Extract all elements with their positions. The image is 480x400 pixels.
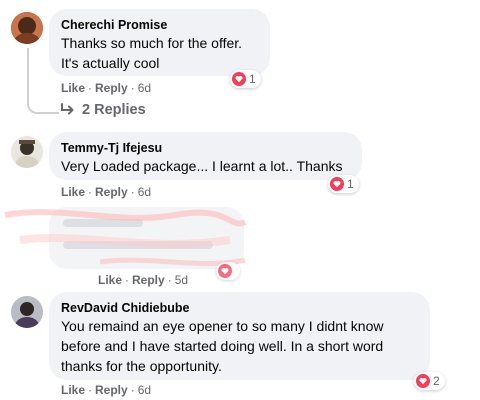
- comment-time[interactable]: 6d: [138, 81, 151, 95]
- comment-actions: Like · Reply · 6d: [61, 81, 152, 95]
- comment-actions: Like · Reply · 6d: [61, 383, 152, 397]
- reaction-count[interactable]: [216, 262, 240, 280]
- thread-line: [27, 48, 29, 98]
- replies-count-label: 2 Replies: [82, 102, 146, 118]
- comment-text-line: thanks for the opportunity.: [61, 358, 222, 374]
- avatar-photo-icon: [11, 296, 43, 328]
- reply-button[interactable]: Reply: [132, 273, 165, 287]
- heart-icon: [232, 72, 246, 86]
- comment-author[interactable]: Cherechi Promise: [61, 17, 258, 33]
- comment-bubble: Cherechi Promise Thanks so much for the …: [49, 9, 270, 76]
- avatar-photo-icon: [11, 12, 43, 44]
- like-button[interactable]: Like: [98, 273, 122, 287]
- heart-icon: [330, 177, 344, 191]
- comment-text-line: It's actually cool: [61, 55, 160, 71]
- like-button[interactable]: Like: [61, 81, 85, 95]
- comment-time[interactable]: 6d: [138, 185, 151, 199]
- reply-button[interactable]: Reply: [95, 383, 128, 397]
- reply-arrow-icon: [61, 103, 74, 115]
- heart-icon: [218, 264, 232, 278]
- reaction-number: 2: [433, 374, 440, 388]
- thread-connector: [27, 92, 59, 114]
- avatar-cherechi[interactable]: [11, 12, 43, 44]
- reaction-count[interactable]: 1: [328, 175, 359, 193]
- comment-actions: Like · Reply · 6d: [61, 185, 152, 199]
- comment-text-line: before and I have started doing well. In…: [61, 338, 384, 354]
- comment-text-line: You remaind an eye opener to so many I d…: [61, 318, 384, 334]
- comment-time[interactable]: 6d: [138, 383, 151, 397]
- comment-bubble: RevDavid Chidiebube You remaind an eye o…: [49, 292, 430, 380]
- avatar-photo-icon: [11, 136, 43, 168]
- reaction-count[interactable]: 1: [230, 70, 261, 88]
- reaction-number: 1: [347, 177, 354, 191]
- like-button[interactable]: Like: [61, 185, 85, 199]
- comment-bubble: Temmy-Tj Ifejesu Very Loaded package... …: [49, 132, 362, 180]
- like-button[interactable]: Like: [61, 383, 85, 397]
- reply-button[interactable]: Reply: [95, 185, 128, 199]
- reply-button[interactable]: Reply: [95, 81, 128, 95]
- comment-text-line: Thanks so much for the offer.: [61, 35, 243, 51]
- heart-icon: [416, 374, 430, 388]
- comment-author[interactable]: RevDavid Chidiebube: [61, 300, 418, 316]
- reaction-count[interactable]: 2: [414, 372, 445, 390]
- comment-time[interactable]: 5d: [175, 273, 188, 287]
- avatar-revdavid[interactable]: [11, 296, 43, 328]
- comment-text-line: Very Loaded package... I learnt a lot.. …: [61, 158, 343, 174]
- comment-author[interactable]: Temmy-Tj Ifejesu: [61, 140, 350, 156]
- view-replies-link[interactable]: 2 Replies: [60, 102, 146, 118]
- comment-actions: Like · Reply · 5d: [98, 273, 189, 287]
- avatar-temmy[interactable]: [11, 136, 43, 168]
- reaction-number: 1: [249, 72, 256, 86]
